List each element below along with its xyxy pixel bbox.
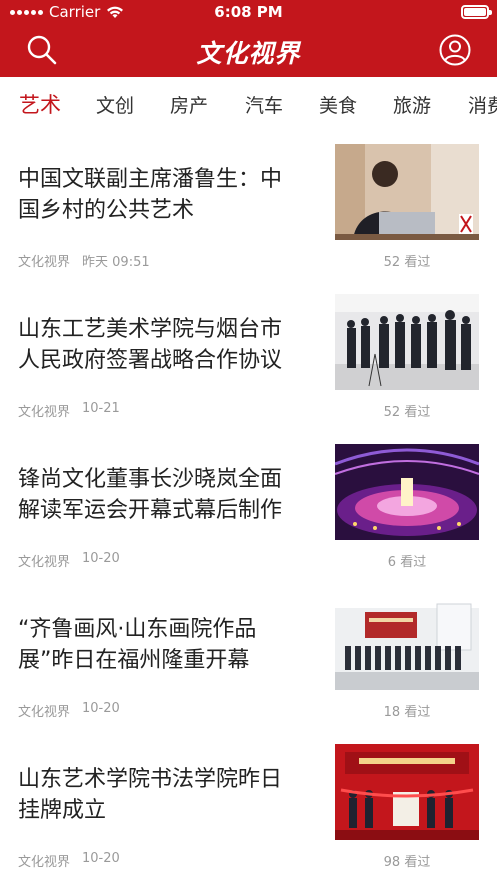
article-views: 98 看过 — [383, 855, 431, 870]
article-source: 文化视界 — [18, 405, 71, 420]
article-views: 52 看过 — [383, 405, 431, 420]
article-source: 文化视界 — [18, 255, 71, 270]
article-views: 18 看过 — [383, 705, 431, 720]
status-time: 6:08 PM — [214, 3, 283, 21]
article-thumbnail[interactable] — [335, 444, 479, 540]
article-item[interactable]: 山东工艺美术学院与烟台市人民政府签署战略合作协议 文化视界 10-21 52 看… — [0, 294, 497, 444]
tab-art[interactable]: 艺术 — [19, 89, 61, 119]
article-time: 10-21 — [82, 401, 120, 416]
article-meta: 文化视界 昨天 09:51 — [18, 251, 150, 270]
app-logo: 文化视界 — [196, 39, 301, 68]
article-thumbnail[interactable] — [335, 744, 479, 840]
article-meta: 文化视界 10-20 — [18, 851, 120, 870]
article-source: 文化视界 — [18, 555, 71, 570]
article-item[interactable]: 锋尚文化董事长沙晓岚全面解读军运会开幕式幕后制作 文化视界 10-20 6 看过 — [0, 444, 497, 594]
article-thumbnail[interactable] — [335, 144, 479, 240]
article-title[interactable]: 山东工艺美术学院与烟台市人民政府签署战略合作协议 — [18, 314, 303, 376]
tab-automobile[interactable]: 汽车 — [245, 91, 283, 118]
top-bar: Carrier 6:08 PM 文化视界 — [0, 0, 497, 77]
tab-travel[interactable]: 旅游 — [393, 91, 431, 118]
article-thumbnail[interactable] — [335, 594, 479, 690]
article-views: 52 看过 — [383, 255, 431, 270]
tab-real-estate[interactable]: 房产 — [170, 91, 208, 118]
article-title[interactable]: 锋尚文化董事长沙晓岚全面解读军运会开幕式幕后制作 — [18, 464, 303, 526]
article-meta: 文化视界 10-20 — [18, 551, 120, 570]
article-views: 6 看过 — [387, 555, 427, 570]
article-time: 10-20 — [82, 851, 120, 866]
tab-food[interactable]: 美食 — [319, 91, 357, 118]
tab-consumption[interactable]: 消费 — [468, 91, 497, 118]
battery-icon — [461, 5, 492, 19]
app-header: 文化视界 — [0, 24, 497, 77]
category-tabs: 艺术 文创 房产 汽车 美食 旅游 消费 — [0, 77, 497, 131]
article-item[interactable]: 中国文联副主席潘鲁生：中国乡村的公共艺术 文化视界 昨天 09:51 52 看过 — [0, 144, 497, 294]
article-title[interactable]: 中国文联副主席潘鲁生：中国乡村的公共艺术 — [18, 164, 303, 226]
tab-cultural-creative[interactable]: 文创 — [96, 91, 134, 118]
status-bar: Carrier 6:08 PM — [0, 0, 497, 24]
article-meta: 文化视界 10-20 — [18, 701, 120, 720]
article-title[interactable]: “齐鲁画风·山东画院作品展”昨日在福州隆重开幕 — [18, 614, 303, 676]
article-title[interactable]: 山东艺术学院书法学院昨日挂牌成立 — [18, 764, 303, 826]
article-time: 昨天 09:51 — [82, 255, 150, 270]
article-thumbnail[interactable] — [335, 294, 479, 390]
article-time: 10-20 — [82, 551, 120, 566]
article-time: 10-20 — [82, 701, 120, 716]
article-source: 文化视界 — [18, 705, 71, 720]
article-item[interactable]: 山东艺术学院书法学院昨日挂牌成立 文化视界 10-20 98 看过 — [0, 744, 497, 883]
user-icon[interactable] — [439, 34, 471, 66]
article-meta: 文化视界 10-21 — [18, 401, 120, 420]
article-source: 文化视界 — [18, 855, 71, 870]
article-item[interactable]: “齐鲁画风·山东画院作品展”昨日在福州隆重开幕 文化视界 10-20 18 看过 — [0, 594, 497, 744]
